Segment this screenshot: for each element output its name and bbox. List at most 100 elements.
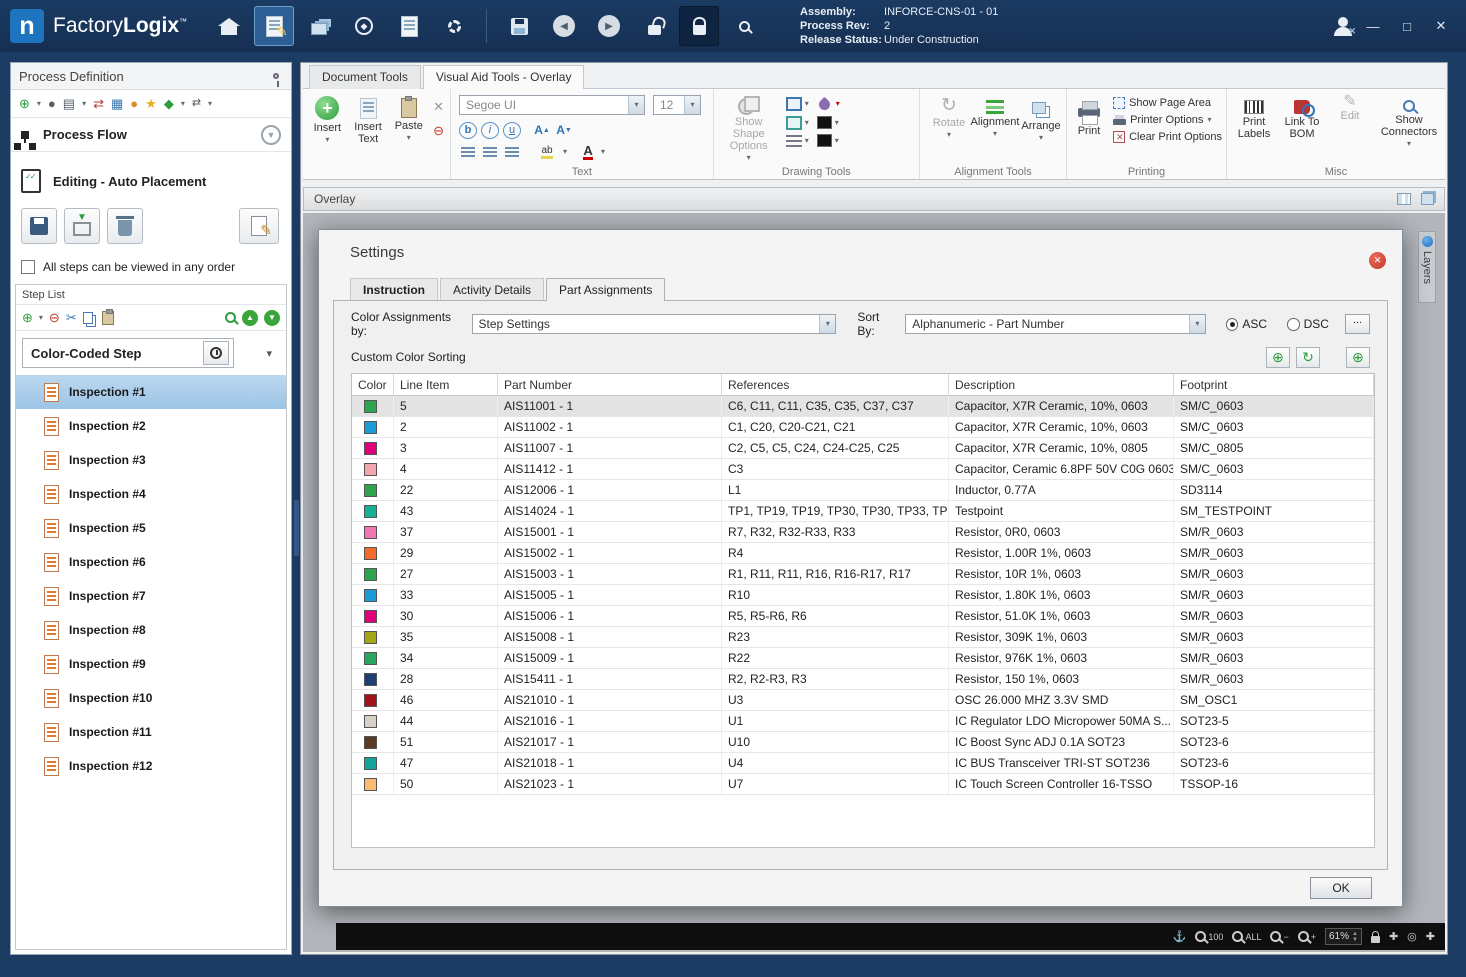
table-row[interactable]: 28 AIS15411 - 1 R2, R2-R3, R3 Resistor, … — [352, 669, 1374, 690]
documents-button[interactable] — [389, 6, 429, 46]
asc-radio[interactable] — [1225, 317, 1239, 331]
table-row[interactable]: 44 AIS21016 - 1 U1 IC Regulator LDO Micr… — [352, 711, 1374, 732]
table-row[interactable]: 35 AIS15008 - 1 R23 Resistor, 309K 1%, 0… — [352, 627, 1374, 648]
print-button[interactable]: Print — [1071, 93, 1107, 165]
edit-misc-button[interactable]: ✎ Edit — [1329, 93, 1371, 165]
line-color-swatch[interactable] — [816, 134, 832, 147]
show-connectors-button[interactable]: Show Connectors ▾ — [1377, 93, 1441, 165]
align-left-button[interactable] — [459, 143, 477, 161]
color-swatch[interactable] — [364, 504, 377, 518]
color-swatch[interactable] — [364, 546, 377, 560]
tab-visual-aid-tools[interactable]: Visual Aid Tools - Overlay — [422, 65, 585, 89]
step-item-1[interactable]: Inspection #1 — [16, 375, 286, 409]
highlight-chevron-icon[interactable]: ▾ — [563, 148, 567, 156]
table-row[interactable]: 27 AIS15003 - 1 R1, R11, R11, R16, R16-R… — [352, 564, 1374, 585]
zoom-100-button[interactable]: 100 — [1195, 931, 1223, 942]
tab-part-assignments[interactable]: Part Assignments — [546, 278, 666, 301]
timer-button[interactable] — [203, 341, 229, 365]
document-canvas[interactable]: ⚓ 100 ALL − + 61% ▲ ▼ ✚ ◎ ✚ Layers Setti… — [303, 213, 1445, 952]
overlay-layers-icon[interactable] — [1421, 193, 1434, 205]
table-row[interactable]: 34 AIS15009 - 1 R22 Resistor, 976K 1%, 0… — [352, 648, 1374, 669]
font-color-chevron-icon[interactable]: ▾ — [601, 148, 605, 156]
dialog-close-button[interactable]: ✕ — [1369, 252, 1386, 269]
header-references[interactable]: References — [722, 374, 949, 395]
process-editor-button[interactable] — [254, 6, 295, 46]
zoom-out-button[interactable]: − — [1270, 931, 1289, 942]
remove-object-button[interactable]: ⊖ — [433, 123, 444, 139]
font-size-select[interactable]: 12 ▾ — [653, 95, 701, 115]
table-row[interactable]: 2 AIS11002 - 1 C1, C20, C20-C21, C21 Cap… — [352, 417, 1374, 438]
add-process-button[interactable]: ⊕ — [19, 97, 30, 110]
overlay-grid-icon[interactable] — [1397, 193, 1411, 205]
copy-icon[interactable] — [82, 311, 93, 324]
close-button[interactable]: ✕ — [1432, 18, 1450, 34]
reset-color-sort-button[interactable]: ↻ — [1296, 346, 1320, 368]
fill-color-chevron-icon[interactable]: ▾ — [835, 118, 839, 127]
font-family-select[interactable]: Segoe UI ▾ — [459, 95, 645, 115]
insert-text-button[interactable]: Insert Text — [348, 93, 389, 165]
align-right-button[interactable] — [503, 143, 521, 161]
color-swatch[interactable] — [364, 483, 377, 497]
maximize-button[interactable]: □ — [1398, 19, 1416, 34]
person-icon[interactable]: ● — [130, 97, 138, 110]
tag-chevron-icon[interactable]: ▾ — [181, 99, 185, 108]
remove-step-button[interactable]: ⊖ — [49, 311, 60, 324]
underline-button[interactable]: u — [503, 121, 521, 139]
ellipse-chevron-icon[interactable]: ▾ — [805, 119, 809, 127]
step-item-5[interactable]: Inspection #5 — [16, 511, 286, 545]
tag-icon[interactable]: ◆ — [164, 97, 174, 110]
pan-icon[interactable]: ✚ — [1389, 930, 1398, 943]
color-swatch[interactable] — [364, 567, 377, 581]
more-options-button[interactable]: ... — [1344, 314, 1370, 334]
report-icon[interactable]: ▦ — [111, 97, 123, 110]
table-row[interactable]: 22 AIS12006 - 1 L1 Inductor, 0.77A SD311… — [352, 480, 1374, 501]
collapse-circle-icon[interactable]: ▼ — [261, 124, 281, 145]
show-page-area-button[interactable]: Show Page Area — [1113, 97, 1222, 109]
reorder-icon[interactable]: ⇄ — [192, 98, 201, 109]
color-swatch[interactable] — [364, 693, 377, 707]
dsc-radio[interactable] — [1287, 317, 1300, 331]
link-to-bom-button[interactable]: Link To BOM — [1281, 93, 1323, 165]
color-swatch[interactable] — [364, 441, 377, 455]
table-row[interactable]: 4 AIS11412 - 1 C3 Capacitor, Ceramic 6.8… — [352, 459, 1374, 480]
add-color-button[interactable]: ⊕ — [1346, 346, 1370, 368]
anchor-icon[interactable]: ⚓ — [1173, 930, 1187, 943]
minimize-button[interactable]: — — [1364, 19, 1382, 34]
color-swatch[interactable] — [364, 756, 377, 770]
settings-button[interactable] — [434, 6, 474, 46]
table-row[interactable]: 43 AIS14024 - 1 TP1, TP19, TP19, TP30, T… — [352, 501, 1374, 522]
transfer-icon[interactable]: ⇄ — [93, 97, 104, 110]
header-line-item[interactable]: Line Item — [394, 374, 498, 395]
insert-button[interactable]: Insert ▾ — [307, 93, 348, 165]
table-row[interactable]: 30 AIS15006 - 1 R5, R5-R6, R6 Resistor, … — [352, 606, 1374, 627]
alignment-button[interactable]: Alignment ▾ — [971, 93, 1019, 165]
add-step-chevron-icon[interactable]: ▾ — [39, 313, 43, 322]
color-swatch[interactable] — [364, 735, 377, 749]
printer-options-button[interactable]: Printer Options ▾ — [1113, 114, 1222, 126]
toolbar-more-chevron-icon[interactable]: ▾ — [208, 99, 212, 108]
forward-button[interactable]: ▶ — [589, 6, 629, 46]
zoom-spinner[interactable]: ▲ ▼ — [1352, 931, 1358, 943]
step-item-6[interactable]: Inspection #6 — [16, 545, 286, 579]
table-row[interactable]: 47 AIS21018 - 1 U4 IC BUS Transceiver TR… — [352, 753, 1374, 774]
paint-bucket-icon[interactable] — [816, 96, 833, 112]
color-swatch[interactable] — [364, 399, 377, 413]
step-item-3[interactable]: Inspection #3 — [16, 443, 286, 477]
color-swatch[interactable] — [364, 525, 377, 539]
zoom-level-control[interactable]: 61% ▲ ▼ — [1324, 928, 1362, 945]
sort-by-select[interactable]: Alphanumeric - Part Number ▾ — [905, 314, 1206, 334]
move-step-up-button[interactable]: ▲ — [242, 309, 258, 326]
move-step-down-button[interactable]: ▼ — [264, 309, 280, 326]
table-row[interactable]: 33 AIS15005 - 1 R10 Resistor, 1.80K 1%, … — [352, 585, 1374, 606]
color-swatch[interactable] — [364, 672, 377, 686]
step-item-12[interactable]: Inspection #12 — [16, 749, 286, 783]
color-assignments-select[interactable]: Step Settings ▾ — [471, 314, 837, 334]
ok-button[interactable]: OK — [1310, 877, 1372, 899]
step-item-10[interactable]: Inspection #10 — [16, 681, 286, 715]
step-item-9[interactable]: Inspection #9 — [16, 647, 286, 681]
pin-icon[interactable] — [273, 73, 279, 87]
step-item-2[interactable]: Inspection #2 — [16, 409, 286, 443]
back-button[interactable]: ◀ — [544, 6, 584, 46]
color-swatch[interactable] — [364, 714, 377, 728]
table-row[interactable]: 50 AIS21023 - 1 U7 IC Touch Screen Contr… — [352, 774, 1374, 795]
